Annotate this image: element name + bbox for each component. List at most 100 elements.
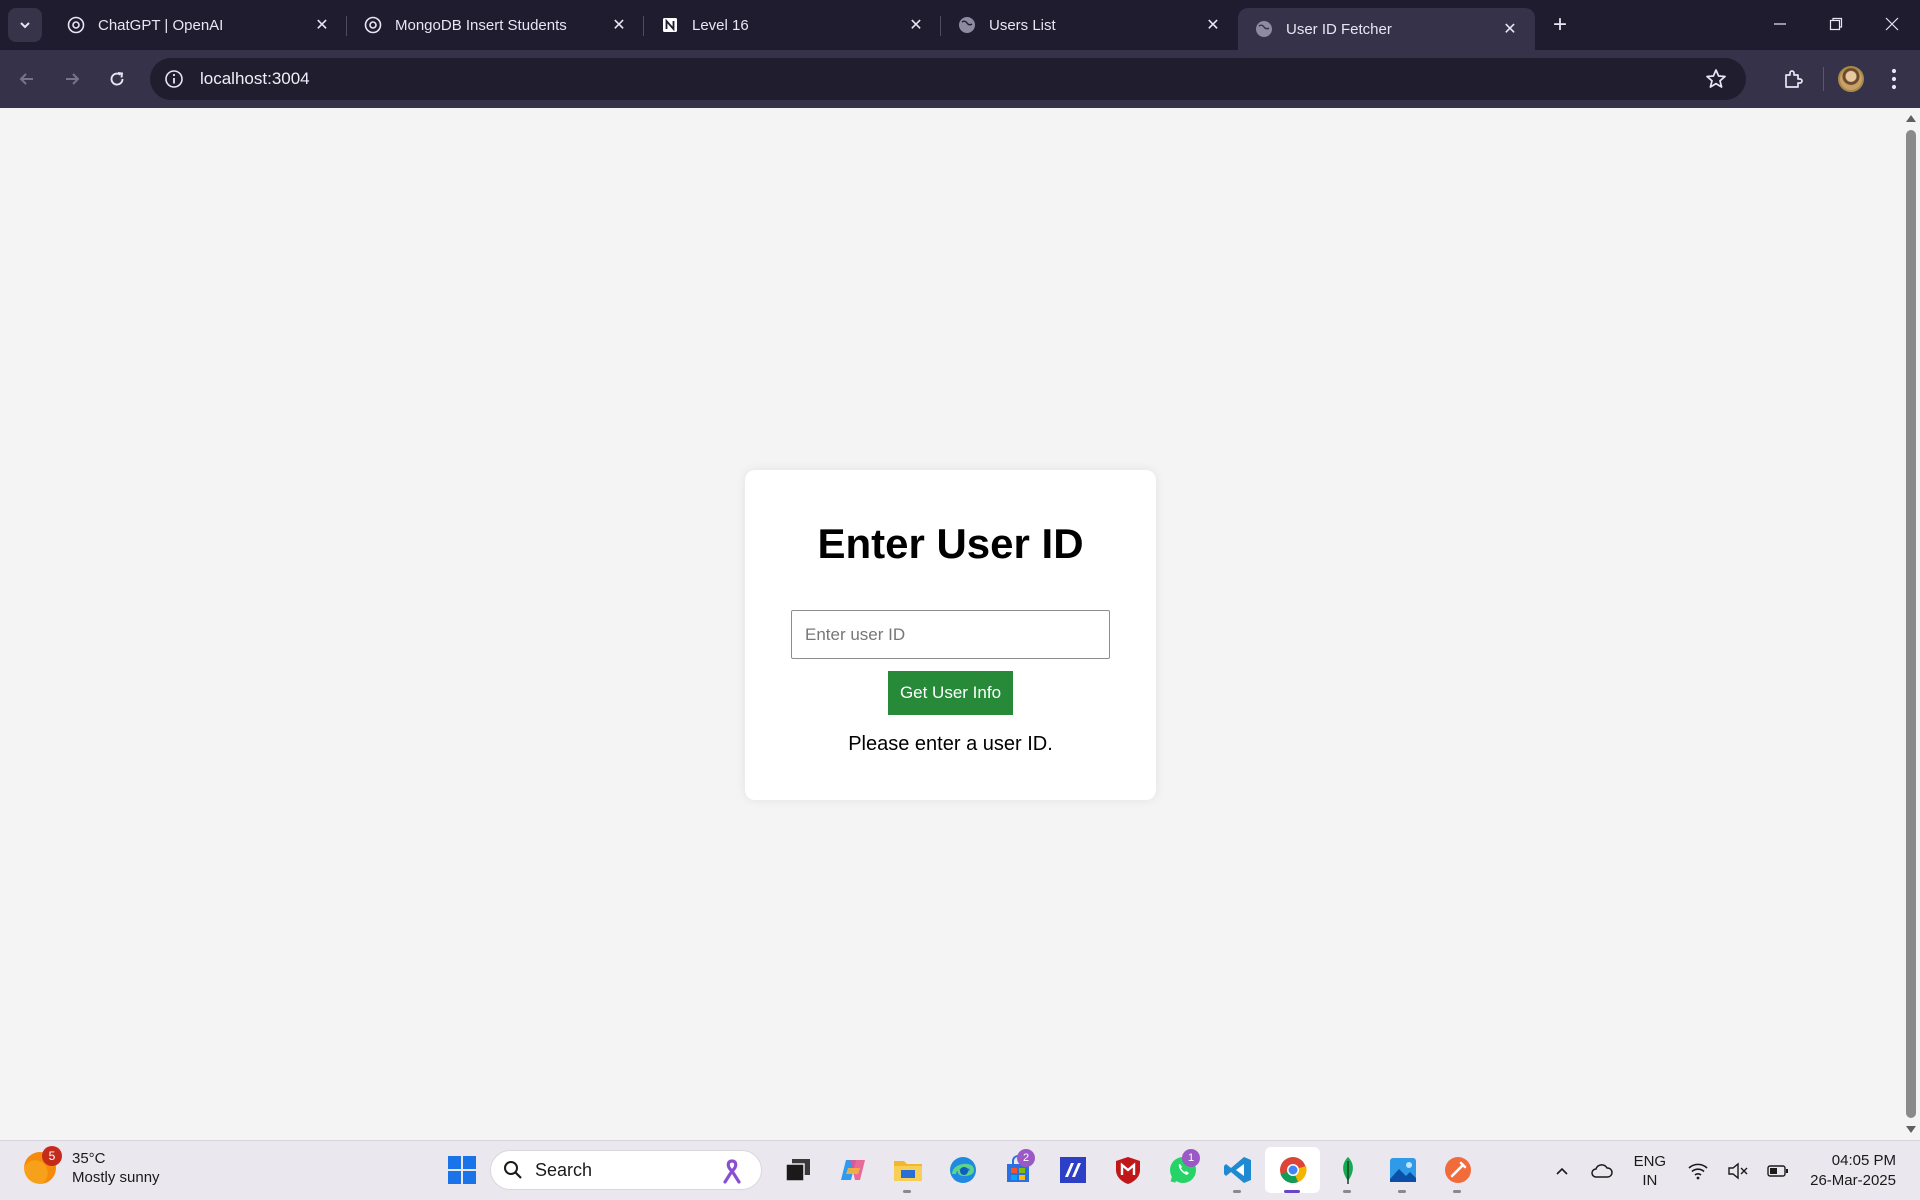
tab-close-icon[interactable]: ✕ bbox=[608, 14, 630, 36]
weather-widget[interactable]: 5 35°C Mostly sunny bbox=[24, 1146, 160, 1187]
mongodb-leaf-icon bbox=[1342, 1157, 1353, 1184]
tab-list: ChatGPT | OpenAI ✕ MongoDB Insert Studen… bbox=[50, 0, 1535, 50]
user-id-card: Enter User ID Get User Info Please enter… bbox=[745, 470, 1156, 800]
tab-close-icon[interactable]: ✕ bbox=[905, 14, 927, 36]
extensions-puzzle-icon[interactable] bbox=[1773, 59, 1813, 99]
scroll-down-icon[interactable] bbox=[1906, 1126, 1916, 1133]
openai-icon bbox=[363, 15, 383, 35]
vscode-icon bbox=[1223, 1157, 1251, 1183]
start-button[interactable] bbox=[440, 1148, 484, 1192]
reload-icon bbox=[110, 72, 124, 86]
toolbar-divider bbox=[1823, 67, 1824, 91]
profile-avatar[interactable] bbox=[1838, 66, 1864, 92]
mcafee-shield-icon bbox=[1115, 1157, 1140, 1184]
tab-search-button[interactable] bbox=[8, 8, 42, 42]
bookmark-star-icon[interactable] bbox=[1704, 67, 1728, 96]
whatsapp-app[interactable]: 1 bbox=[1155, 1147, 1210, 1193]
running-indicator bbox=[1233, 1190, 1241, 1193]
page-title: Enter User ID bbox=[817, 520, 1084, 567]
openai-icon bbox=[66, 15, 86, 35]
volume-muted-icon[interactable] bbox=[1718, 1151, 1758, 1191]
arrow-left-icon bbox=[19, 73, 33, 85]
tab-title: ChatGPT | OpenAI bbox=[98, 16, 224, 34]
clock-time: 04:05 PM bbox=[1831, 1152, 1896, 1169]
running-indicator bbox=[1398, 1190, 1406, 1193]
minimize-icon[interactable] bbox=[1752, 0, 1808, 48]
scroll-up-icon[interactable] bbox=[1906, 115, 1916, 122]
globe-icon bbox=[1254, 19, 1274, 39]
address-bar[interactable]: localhost:3004 bbox=[150, 58, 1746, 100]
language-indicator[interactable]: ENG IN bbox=[1634, 1152, 1667, 1190]
taskbar-search[interactable]: Search bbox=[490, 1150, 762, 1190]
tab-close-icon[interactable]: ✕ bbox=[1202, 14, 1224, 36]
tab-title: MongoDB Insert Students bbox=[395, 16, 567, 34]
close-window-icon[interactable] bbox=[1864, 0, 1920, 48]
user-id-input[interactable] bbox=[791, 610, 1110, 659]
tab-mongodb-insert-students[interactable]: MongoDB Insert Students ✕ bbox=[347, 0, 644, 50]
mongodb-compass-app[interactable] bbox=[1320, 1147, 1375, 1193]
running-indicator bbox=[903, 1190, 911, 1193]
back-button[interactable] bbox=[9, 61, 45, 97]
tab-title: Level 16 bbox=[692, 16, 749, 34]
toolbar-right bbox=[1773, 50, 1920, 108]
copilot-app[interactable] bbox=[825, 1147, 880, 1193]
running-indicator bbox=[1453, 1190, 1461, 1193]
photos-app[interactable] bbox=[1375, 1147, 1430, 1193]
postman-app[interactable] bbox=[1430, 1147, 1485, 1193]
edge-icon bbox=[949, 1157, 976, 1183]
task-view-app[interactable] bbox=[770, 1147, 825, 1193]
chevron-down-icon bbox=[20, 22, 30, 29]
vscode-app[interactable] bbox=[1210, 1147, 1265, 1193]
tab-close-icon[interactable]: ✕ bbox=[1499, 18, 1521, 40]
tab-user-id-fetcher[interactable]: User ID Fetcher ✕ bbox=[1238, 8, 1535, 50]
arrow-right-icon bbox=[66, 73, 80, 85]
edge-app[interactable] bbox=[935, 1147, 990, 1193]
windows-logo-icon bbox=[448, 1156, 476, 1184]
forward-button[interactable] bbox=[54, 61, 90, 97]
restore-icon[interactable] bbox=[1808, 0, 1864, 48]
microsoft-store-app[interactable]: 2 bbox=[990, 1147, 1045, 1193]
tab-title: Users List bbox=[989, 16, 1056, 34]
reload-button[interactable] bbox=[99, 61, 135, 97]
browser-toolbar: localhost:3004 bbox=[0, 50, 1920, 108]
ai-app-icon bbox=[1059, 1157, 1086, 1183]
task-view-icon bbox=[784, 1159, 810, 1182]
info-icon[interactable] bbox=[162, 67, 186, 91]
copilot-icon bbox=[840, 1160, 865, 1180]
weather-condition: Mostly sunny bbox=[72, 1169, 160, 1186]
language-region: IN bbox=[1642, 1172, 1658, 1189]
running-indicator bbox=[1343, 1190, 1351, 1193]
intellij-app[interactable] bbox=[1045, 1147, 1100, 1193]
menu-kebab-icon[interactable] bbox=[1880, 59, 1908, 99]
new-tab-button[interactable]: + bbox=[1543, 8, 1577, 42]
file-explorer-app[interactable] bbox=[880, 1147, 935, 1193]
language-code: ENG bbox=[1633, 1153, 1667, 1170]
taskbar-clock[interactable]: 04:05 PM 26-Mar-2025 bbox=[1810, 1151, 1896, 1191]
system-tray: ENG IN 04:05 PM 26-Mar-2025 bbox=[1542, 1141, 1920, 1200]
search-icon bbox=[504, 1161, 522, 1179]
chevron-up-icon[interactable] bbox=[1542, 1151, 1582, 1191]
tab-title: User ID Fetcher bbox=[1286, 20, 1392, 38]
get-user-info-button[interactable]: Get User Info bbox=[888, 671, 1013, 715]
onedrive-cloud-icon[interactable] bbox=[1582, 1151, 1622, 1191]
chrome-app[interactable] bbox=[1265, 1147, 1320, 1193]
mcafee-app[interactable] bbox=[1100, 1147, 1155, 1193]
windows-taskbar: 5 35°C Mostly sunny Search 2 1 ENG IN 04… bbox=[0, 1140, 1920, 1200]
wifi-icon[interactable] bbox=[1678, 1151, 1718, 1191]
page-scrollbar[interactable] bbox=[1902, 108, 1920, 1140]
awareness-ribbon-icon bbox=[721, 1158, 743, 1189]
globe-icon bbox=[957, 15, 977, 35]
tab-users-list[interactable]: Users List ✕ bbox=[941, 0, 1238, 50]
battery-icon[interactable] bbox=[1758, 1151, 1798, 1191]
whatsapp-badge: 1 bbox=[1182, 1149, 1200, 1167]
tab-level-16[interactable]: Level 16 ✕ bbox=[644, 0, 941, 50]
tab-close-icon[interactable]: ✕ bbox=[311, 14, 333, 36]
tab-strip: ChatGPT | OpenAI ✕ MongoDB Insert Studen… bbox=[0, 0, 1920, 50]
url-text: localhost:3004 bbox=[200, 69, 310, 88]
scrollbar-thumb[interactable] bbox=[1906, 130, 1916, 1118]
sun-icon: 5 bbox=[24, 1146, 62, 1184]
folder-icon bbox=[893, 1161, 922, 1181]
tab-chatgpt[interactable]: ChatGPT | OpenAI ✕ bbox=[50, 0, 347, 50]
store-badge: 2 bbox=[1017, 1149, 1035, 1167]
photos-icon bbox=[1389, 1158, 1416, 1182]
